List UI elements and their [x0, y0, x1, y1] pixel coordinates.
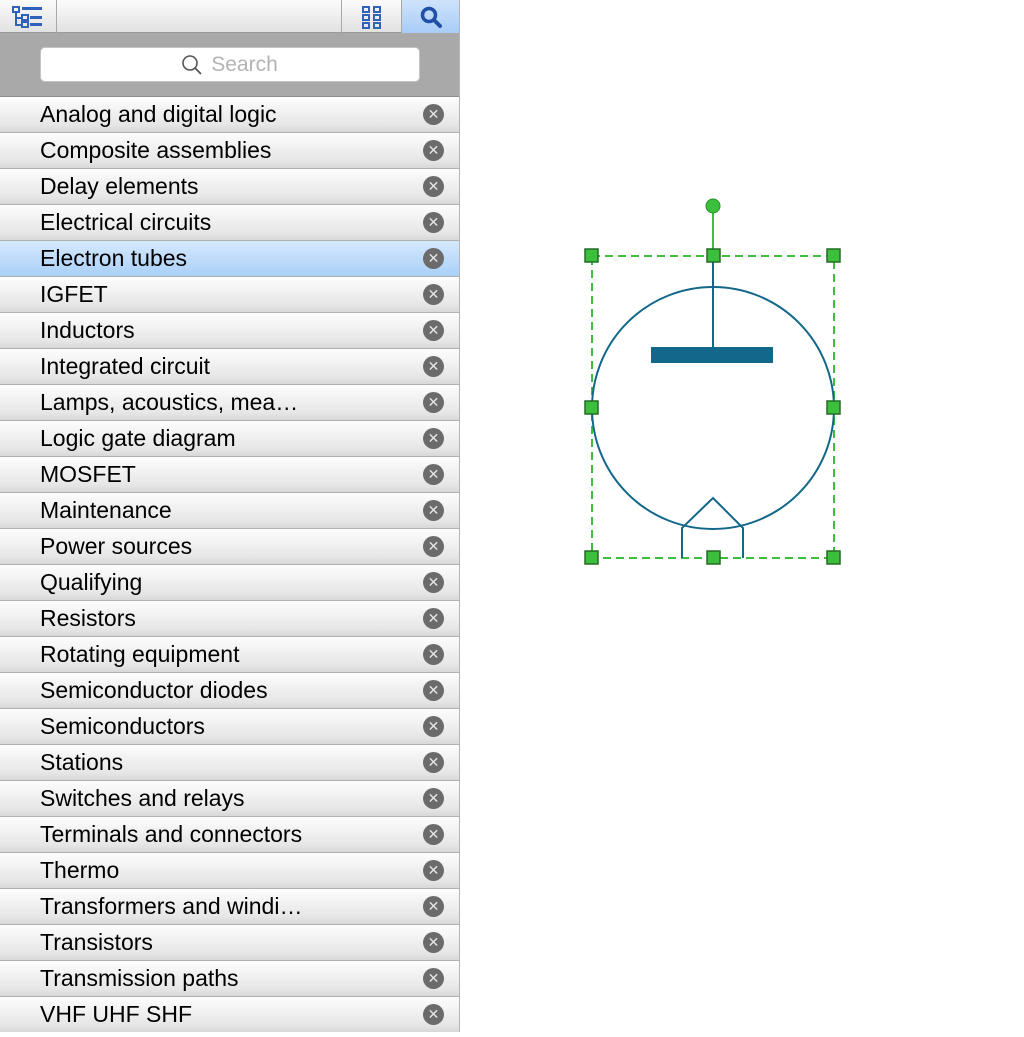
library-item[interactable]: Analog and digital logic ✕ — [0, 97, 459, 133]
library-item-label: Switches and relays — [40, 785, 245, 811]
library-item-label: Stations — [40, 749, 124, 775]
remove-library-icon[interactable]: ✕ — [423, 572, 444, 593]
remove-library-icon[interactable]: ✕ — [423, 536, 444, 557]
remove-library-icon[interactable]: ✕ — [423, 500, 444, 521]
grid-view-icon — [361, 5, 381, 29]
library-item[interactable]: Transformers and windi… ✕ — [0, 889, 459, 925]
library-item[interactable]: Logic gate diagram ✕ — [0, 421, 459, 457]
library-item[interactable]: Electrical circuits ✕ — [0, 205, 459, 241]
library-item[interactable]: VHF UHF SHF ✕ — [0, 997, 459, 1032]
library-item[interactable]: Composite assemblies ✕ — [0, 133, 459, 169]
library-item-label: Inductors — [40, 317, 135, 343]
remove-library-icon[interactable]: ✕ — [423, 932, 444, 953]
remove-library-icon[interactable]: ✕ — [423, 680, 444, 701]
sidebar-toolbar — [0, 0, 459, 33]
library-item-label: IGFET — [40, 281, 108, 307]
library-item[interactable]: Rotating equipment ✕ — [0, 637, 459, 673]
library-item[interactable]: Delay elements ✕ — [0, 169, 459, 205]
search-area: Search — [0, 33, 459, 97]
remove-library-icon[interactable]: ✕ — [423, 716, 444, 737]
remove-library-icon[interactable]: ✕ — [423, 104, 444, 125]
remove-library-icon[interactable]: ✕ — [423, 356, 444, 377]
library-item[interactable]: Maintenance ✕ — [0, 493, 459, 529]
remove-library-icon[interactable]: ✕ — [423, 464, 444, 485]
remove-library-icon[interactable]: ✕ — [423, 968, 444, 989]
library-item-label: Semiconductor diodes — [40, 677, 268, 703]
library-sidebar: Search Analog and digital logic ✕ Composit… — [0, 0, 460, 1032]
remove-library-icon[interactable]: ✕ — [423, 752, 444, 773]
remove-library-icon[interactable]: ✕ — [423, 320, 444, 341]
library-item-label: Resistors — [40, 605, 136, 631]
library-item[interactable]: Transmission paths ✕ — [0, 961, 459, 997]
remove-library-icon[interactable]: ✕ — [423, 248, 444, 269]
library-item[interactable]: Resistors ✕ — [0, 601, 459, 637]
remove-library-icon[interactable]: ✕ — [423, 428, 444, 449]
remove-library-icon[interactable]: ✕ — [423, 176, 444, 197]
library-item[interactable]: Inductors ✕ — [0, 313, 459, 349]
library-item-label: MOSFET — [40, 461, 136, 487]
library-item-label: Thermo — [40, 857, 120, 883]
library-item[interactable]: Switches and relays ✕ — [0, 781, 459, 817]
search-input[interactable]: Search — [39, 47, 420, 82]
library-item[interactable]: MOSFET ✕ — [0, 457, 459, 493]
library-item[interactable]: Semiconductor diodes ✕ — [0, 673, 459, 709]
library-item-label: VHF UHF SHF — [40, 1001, 193, 1027]
remove-library-icon[interactable]: ✕ — [423, 392, 444, 413]
remove-library-icon[interactable]: ✕ — [423, 1004, 444, 1025]
remove-library-icon[interactable]: ✕ — [423, 284, 444, 305]
library-item[interactable]: Lamps, acoustics, mea… ✕ — [0, 385, 459, 421]
library-item[interactable]: Qualifying ✕ — [0, 565, 459, 601]
electron-tube-shape[interactable] — [461, 0, 1024, 1032]
library-item-label: Maintenance — [40, 497, 172, 523]
library-item-label: Semiconductors — [40, 713, 205, 739]
library-item[interactable]: Terminals and connectors ✕ — [0, 817, 459, 853]
library-item-label: Transformers and windi… — [40, 893, 303, 919]
magnifier-icon — [182, 54, 202, 75]
library-item[interactable]: Integrated circuit ✕ — [0, 349, 459, 385]
library-item[interactable]: Transistors ✕ — [0, 925, 459, 961]
search-view-button[interactable] — [402, 0, 459, 33]
library-item-label: Lamps, acoustics, mea… — [40, 389, 299, 415]
library-list: Analog and digital logic ✕ Composite assem… — [0, 97, 459, 1032]
library-item[interactable]: Semiconductors ✕ — [0, 709, 459, 745]
library-item[interactable]: Stations ✕ — [0, 745, 459, 781]
library-item[interactable]: Electron tubes ✕ — [0, 241, 459, 277]
remove-library-icon[interactable]: ✕ — [423, 860, 444, 881]
rotation-handle[interactable] — [705, 198, 721, 214]
search-placeholder: Search — [211, 52, 278, 76]
remove-library-icon[interactable]: ✕ — [423, 644, 444, 665]
remove-library-icon[interactable]: ✕ — [423, 212, 444, 233]
grid-view-button[interactable] — [342, 0, 403, 33]
library-item[interactable]: Power sources ✕ — [0, 529, 459, 565]
library-item-label: Delay elements — [40, 173, 199, 199]
library-item-label: Transmission paths — [40, 965, 239, 991]
library-item-label: Integrated circuit — [40, 353, 211, 379]
library-item-label: Electron tubes — [40, 245, 188, 271]
library-item-label: Power sources — [40, 533, 193, 559]
remove-library-icon[interactable]: ✕ — [423, 824, 444, 845]
library-item-label: Logic gate diagram — [40, 425, 236, 451]
remove-library-icon[interactable]: ✕ — [423, 788, 444, 809]
library-item-label: Transistors — [40, 929, 153, 955]
tree-view-icon — [11, 5, 42, 28]
library-item-label: Rotating equipment — [40, 641, 240, 667]
library-item[interactable]: Thermo ✕ — [0, 853, 459, 889]
library-item-label: Qualifying — [40, 569, 143, 595]
tree-view-button[interactable] — [0, 0, 57, 33]
remove-library-icon[interactable]: ✕ — [423, 608, 444, 629]
remove-library-icon[interactable]: ✕ — [423, 896, 444, 917]
drawing-canvas[interactable] — [461, 0, 1024, 1032]
search-icon — [420, 6, 442, 28]
library-item-label: Analog and digital logic — [40, 101, 277, 127]
library-item-label: Electrical circuits — [40, 209, 212, 235]
library-item-label: Terminals and connectors — [40, 821, 303, 847]
anode-plate — [651, 347, 773, 363]
library-item[interactable]: IGFET ✕ — [0, 277, 459, 313]
remove-library-icon[interactable]: ✕ — [423, 140, 444, 161]
library-item-label: Composite assemblies — [40, 137, 272, 163]
toolbar-spacer — [57, 0, 343, 33]
